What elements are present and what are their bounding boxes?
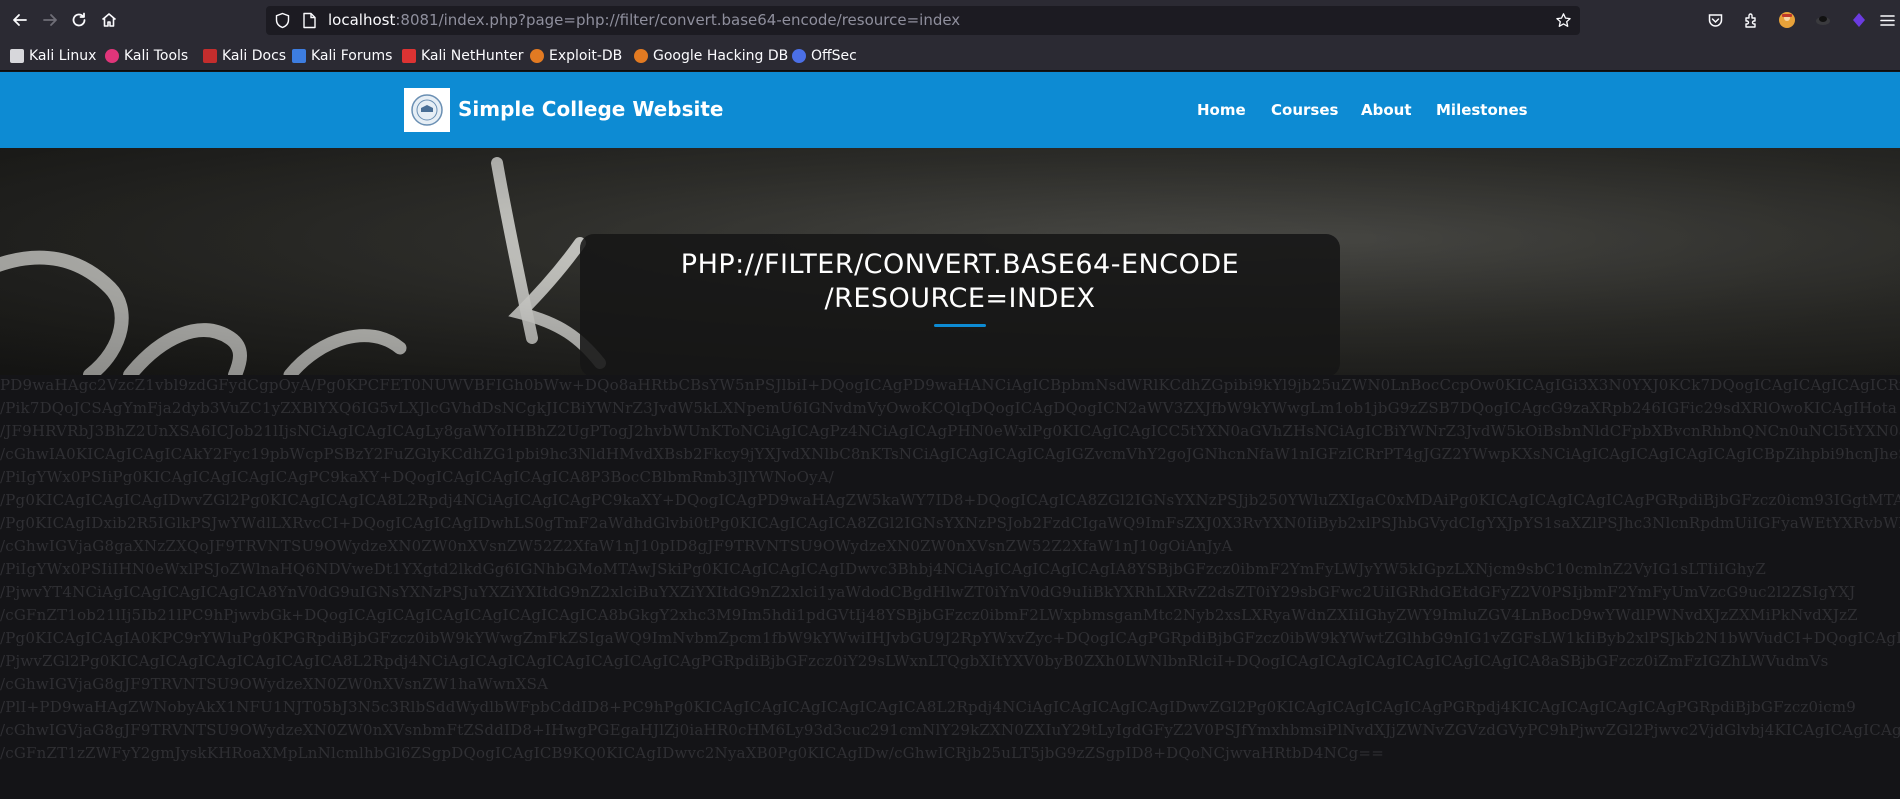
hero-title-card: PHP://FILTER/CONVERT.BASE64-ENCODE /RESO…	[580, 234, 1340, 375]
bookmark-label: Kali NetHunter	[421, 48, 524, 64]
home-icon[interactable]	[99, 10, 119, 30]
base64-line: /cGhwIGVjaG8gJF9TRVNTSU9OWydzeXN0ZW0nXVs…	[0, 675, 549, 693]
base64-line: /PjwvZGl2Pg0KICAgICAgICAgICAgICAgICA8L2R…	[0, 652, 1829, 670]
bookmark-kali-forums[interactable]: Kali Forums	[292, 47, 392, 65]
nav-courses[interactable]: Courses	[1271, 101, 1338, 119]
url-path: :8081/index.php?page=php://filter/conver…	[395, 11, 961, 29]
back-icon[interactable]	[10, 10, 30, 30]
hero-banner: PHP://FILTER/CONVERT.BASE64-ENCODE /RESO…	[0, 148, 1900, 375]
avatar-icon[interactable]	[1777, 10, 1797, 30]
bookmark-exploit-db[interactable]: Exploit-DB	[530, 47, 622, 65]
hero-title-line-1: PHP://FILTER/CONVERT.BASE64-ENCODE	[680, 249, 1240, 280]
address-bar[interactable]: localhost:8081/index.php?page=php://filt…	[266, 6, 1580, 35]
base64-line: /Pg0KICAgICAgIA0KPC9rYWluPg0KPGRpdiBjbGF…	[0, 629, 1900, 647]
reload-icon[interactable]	[69, 10, 89, 30]
base64-line: /PiIgYWx0PSIiPg0KICAgICAgICAgICAgPC9kaXY…	[0, 468, 835, 486]
base64-line: /Pg0KICAgIDxib2R5IGlkPSJwYWdlLXRvcCI+DQo…	[0, 514, 1900, 532]
menu-icon[interactable]	[1877, 10, 1897, 30]
hero-divider	[934, 324, 986, 327]
bookmark-label: Kali Linux	[29, 48, 97, 64]
base64-line: /Pik7DQoJCSAgYmFja2dyb3VuZC1yZXBlYXQ6IG5…	[0, 399, 1898, 417]
bookmark-google-hacking-db[interactable]: Google Hacking DB	[634, 47, 788, 65]
star-icon[interactable]	[1555, 12, 1572, 33]
bookmark-label: Exploit-DB	[549, 48, 623, 64]
nav-milestones[interactable]: Milestones	[1436, 101, 1528, 119]
base64-line: /PjwvYT4NCiAgICAgICAgICAgICA8YnV0dG9uIGN…	[0, 583, 1856, 601]
shield-icon[interactable]	[274, 12, 291, 33]
kali-tools-icon	[105, 49, 119, 63]
kali-linux-icon	[10, 49, 24, 63]
bookmark-kali-docs[interactable]: Kali Docs	[203, 47, 286, 65]
bookmark-kali-nethunter[interactable]: Kali NetHunter	[402, 47, 523, 65]
bookmark-kali-linux[interactable]: Kali Linux	[10, 47, 96, 65]
kali-forums-icon	[292, 49, 306, 63]
base64-output: PD9waHAgc2VzcZ1vbl9zdGFydCgpOyA/Pg0KPCFE…	[0, 376, 1900, 799]
base64-line: /cGhwIGVjaG8gJF9TRVNTSU9OWydzeXN0ZW0nXVs…	[0, 721, 1900, 739]
bookmark-kali-tools[interactable]: Kali Tools	[105, 47, 188, 65]
base64-line: /Pg0KICAgICAgICAgIDwvZGl2Pg0KICAgICAgICA…	[0, 491, 1900, 509]
bookmark-label: OffSec	[811, 48, 857, 64]
mask-icon[interactable]	[1813, 10, 1833, 30]
base64-line: /JF9HRVRbJ3BhZ2UnXSA6ICJob21lIjsNCiAgICA…	[0, 422, 1900, 440]
kali-docs-icon	[203, 49, 217, 63]
bookmark-label: Kali Forums	[311, 48, 393, 64]
kali-nethunter-icon	[402, 49, 416, 63]
base64-line: /cGhwIA0KICAgICAgICAkY2Fyc19pbWcpPSBzY2F…	[0, 445, 1900, 463]
page-icon[interactable]	[302, 12, 317, 33]
purple-extension-icon[interactable]	[1849, 10, 1869, 30]
exploit-db-icon	[530, 49, 544, 63]
base64-line: /cGhwIGVjaG8gaXNzZXQoJF9TRVNTSU9OWydzeXN…	[0, 537, 1233, 555]
bookmark-label: Kali Tools	[124, 48, 189, 64]
bookmarks-bar: Kali Linux Kali Tools Kali Docs Kali For…	[0, 41, 1900, 71]
college-logo[interactable]	[404, 88, 450, 132]
base64-line: /cGFnZT1zZWFyY2gmJyskKHRoaXMpLnNlcmlhbGl…	[0, 744, 1384, 762]
base64-line: PD9waHAgc2VzcZ1vbl9zdGFydCgpOyA/Pg0KPCFE…	[0, 376, 1900, 394]
base64-line: /PiIgYWx0PSIiIHN0eWxlPSJoZWlnaHQ6NDVweDt…	[0, 560, 1766, 578]
url-text[interactable]: localhost:8081/index.php?page=php://filt…	[328, 11, 960, 29]
nav-home[interactable]: Home	[1197, 101, 1246, 119]
bookmark-offsec[interactable]: OffSec	[792, 47, 857, 65]
hero-title-line-2: /RESOURCE=INDEX	[824, 283, 1096, 314]
college-seal-icon	[411, 94, 443, 126]
offsec-icon	[792, 49, 806, 63]
browser-toolbar: localhost:8081/index.php?page=php://filt…	[0, 0, 1900, 41]
site-title[interactable]: Simple College Website	[458, 97, 723, 121]
hero-title: PHP://FILTER/CONVERT.BASE64-ENCODE /RESO…	[580, 248, 1340, 316]
nav-about[interactable]: About	[1361, 101, 1412, 119]
pocket-icon[interactable]	[1705, 10, 1725, 30]
bookmark-label: Kali Docs	[222, 48, 287, 64]
google-hacking-db-icon	[634, 49, 648, 63]
extensions-icon[interactable]	[1741, 10, 1761, 30]
base64-line: /cGFnZT1ob21lIj5Ib21lPC9hPjwvbGk+DQogICA…	[0, 606, 1858, 624]
url-host: localhost	[328, 11, 396, 29]
site-navbar: Simple College Website Home Courses Abou…	[0, 72, 1900, 148]
forward-icon[interactable]	[40, 10, 60, 30]
base64-line: /PlI+PD9waHAgZWNobyAkX1NFU1NJT05bJ3N5c3R…	[0, 698, 1857, 716]
bookmark-label: Google Hacking DB	[653, 48, 789, 64]
